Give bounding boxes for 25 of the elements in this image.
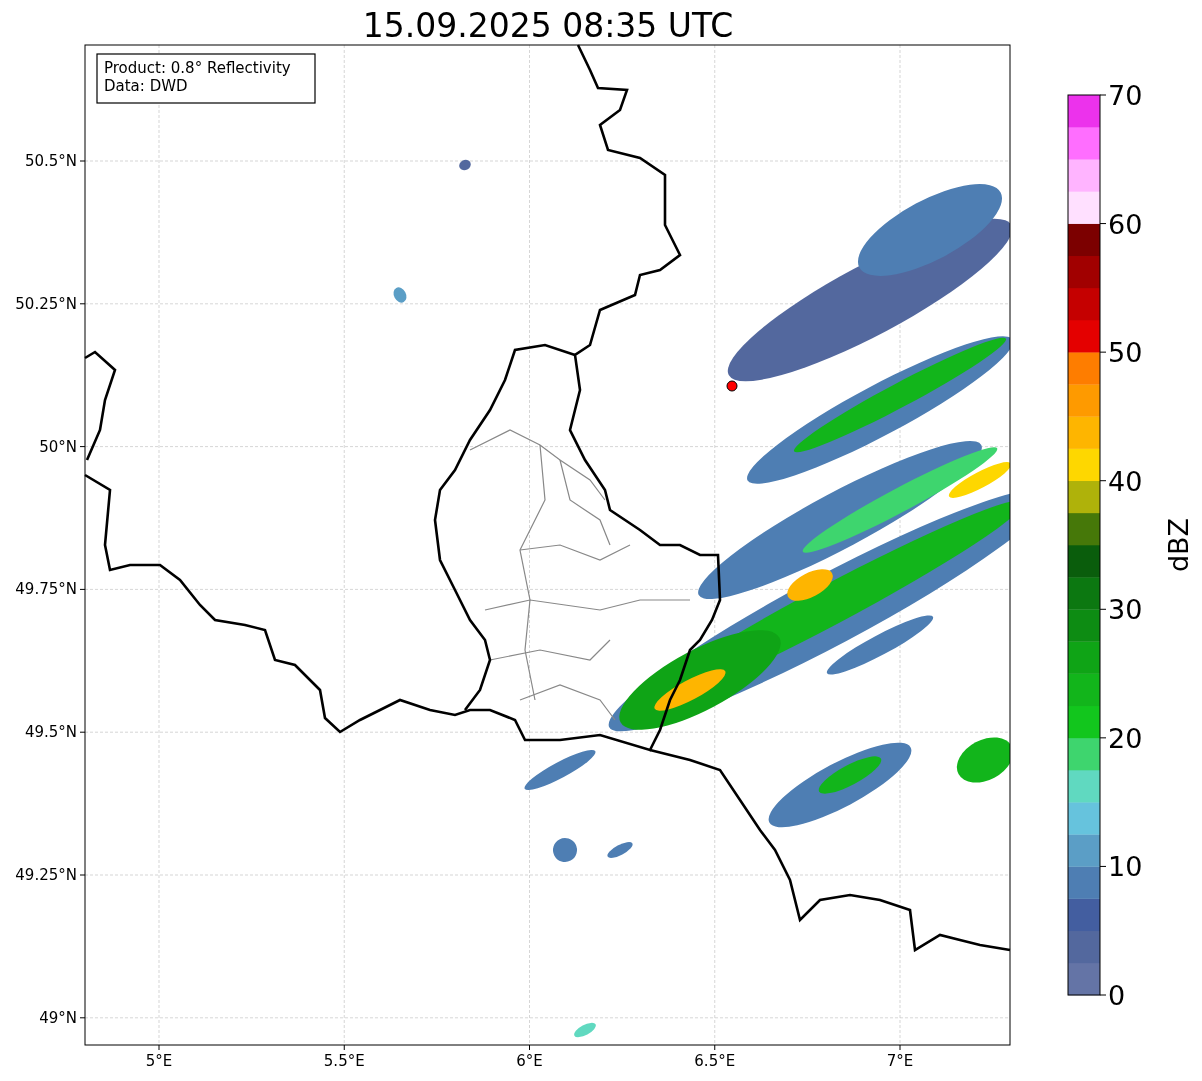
chart-title: 15.09.2025 08:35 UTC xyxy=(362,6,734,45)
colorbar-tick-label: 60 xyxy=(1108,208,1143,240)
latitude-label: 49.75°N xyxy=(15,580,77,599)
colorbar-tick-label: 20 xyxy=(1108,722,1143,754)
colorbar-label: dBZ xyxy=(1163,517,1194,573)
latitude-label: 49°N xyxy=(39,1008,77,1027)
colorbar-tick-label: 30 xyxy=(1108,594,1143,626)
colorbar-tick-label: 40 xyxy=(1108,465,1143,497)
info-text: Data: DWD xyxy=(104,77,188,95)
location-marker xyxy=(726,380,738,392)
longitude-label: 7°E xyxy=(886,1052,914,1070)
colorbar-tick-label: 70 xyxy=(1108,80,1143,111)
colorbar-tick-label: 50 xyxy=(1108,337,1143,369)
latitude-label: 50.25°N xyxy=(15,294,77,313)
longitude-label: 5.5°E xyxy=(323,1052,365,1070)
latitude-label: 50°N xyxy=(39,437,77,456)
colorbar-tick-label: 10 xyxy=(1108,851,1143,883)
longitude-label: 5°E xyxy=(145,1052,173,1070)
colorbar-tick-label: 0 xyxy=(1108,980,1126,1011)
longitude-label: 6°E xyxy=(516,1052,543,1070)
longitude-label: 6.5°E xyxy=(694,1052,736,1070)
latitude-label: 49.5°N xyxy=(24,723,77,742)
info-text: Product: 0.8° Reflectivity xyxy=(104,59,291,77)
latitude-label: 50.5°N xyxy=(24,152,77,170)
latitude-label: 49.25°N xyxy=(15,866,77,884)
